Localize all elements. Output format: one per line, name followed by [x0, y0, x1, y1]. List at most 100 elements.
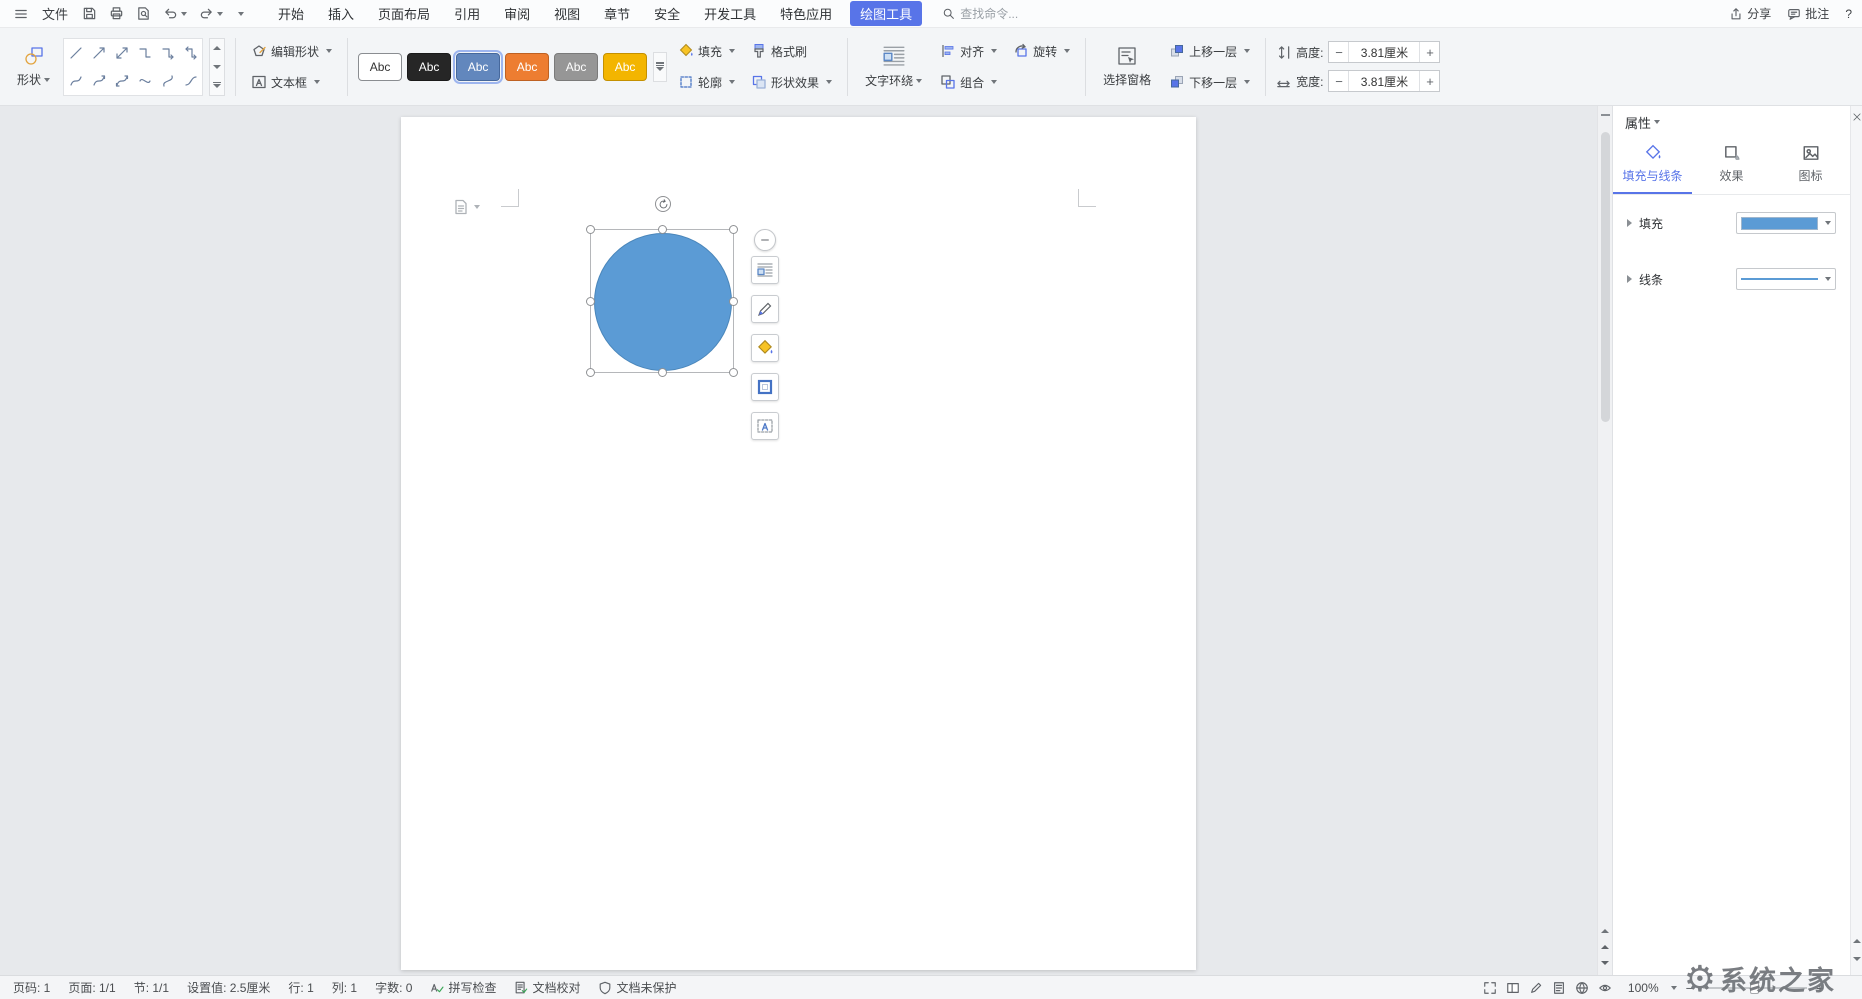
panel-scroll-down-icon[interactable]	[1853, 957, 1861, 961]
tab-insert[interactable]: 插入	[316, 0, 366, 27]
outline-color-button[interactable]	[751, 373, 779, 401]
shape-selection-box[interactable]	[590, 229, 734, 373]
fullscreen-icon[interactable]	[1483, 981, 1497, 995]
expand-fill-icon[interactable]	[1627, 219, 1632, 227]
fill-color-picker[interactable]	[1736, 212, 1836, 234]
gallery-scroll-down-icon[interactable]	[210, 57, 224, 76]
edit-shape-button[interactable]: 编辑形状	[246, 40, 337, 63]
properties-dropdown-icon[interactable]	[1654, 120, 1660, 124]
tab-home[interactable]: 开始	[266, 0, 316, 27]
style-preset-swatch[interactable]: Abc	[505, 53, 549, 81]
doc-proof-button[interactable]: 文档校对	[505, 979, 589, 996]
tab-page-layout[interactable]: 页面布局	[366, 0, 442, 27]
previous-page-icon[interactable]	[1601, 945, 1609, 949]
style-gallery-more[interactable]	[653, 52, 667, 82]
web-layout-icon[interactable]	[1575, 981, 1589, 995]
document-canvas[interactable]	[0, 106, 1597, 975]
text-box-button[interactable]: 文本框	[246, 71, 325, 94]
line-style-picker[interactable]	[1736, 268, 1836, 290]
style-preset-swatch[interactable]: Abc	[358, 53, 402, 81]
tab-developer[interactable]: 开发工具	[692, 0, 768, 27]
shape-gallery-item[interactable]	[65, 68, 86, 94]
expand-line-icon[interactable]	[1627, 275, 1632, 283]
collapse-toolbar-button[interactable]	[754, 229, 776, 251]
text-wrap-quick-button[interactable]	[751, 412, 779, 440]
tab-drawing-tools-active[interactable]: 绘图工具	[850, 1, 922, 26]
height-decrease-button[interactable]: −	[1329, 42, 1348, 62]
tab-special-apps[interactable]: 特色应用	[768, 0, 844, 27]
align-button[interactable]: 对齐	[935, 40, 1002, 63]
gallery-scroll-up-icon[interactable]	[210, 39, 224, 58]
command-search[interactable]: 查找命令...	[942, 5, 1018, 22]
scrollbar-thumb[interactable]	[1601, 132, 1610, 422]
resize-handle-bottom-right[interactable]	[729, 368, 738, 377]
gallery-more-icon[interactable]	[210, 76, 224, 95]
resize-handle-bottom-left[interactable]	[586, 368, 595, 377]
scroll-up-icon[interactable]	[1601, 929, 1609, 933]
height-increase-button[interactable]: +	[1420, 42, 1439, 62]
share-button[interactable]: 分享	[1729, 5, 1771, 22]
tab-review[interactable]: 审阅	[492, 0, 542, 27]
print-icon[interactable]	[105, 3, 128, 25]
ruler-toggle-button[interactable]	[1598, 106, 1613, 124]
tab-icon[interactable]: 图标	[1771, 138, 1850, 194]
shape-gallery-item[interactable]	[134, 40, 155, 66]
spell-check-button[interactable]: 拼写检查	[421, 979, 505, 996]
send-backward-button[interactable]: 下移一层	[1164, 71, 1255, 94]
group-button[interactable]: 组合	[935, 71, 1002, 94]
format-painter-button[interactable]: 格式刷	[746, 40, 812, 63]
print-layout-icon[interactable]	[1552, 981, 1566, 995]
close-panel-button[interactable]	[1852, 106, 1862, 122]
redo-button[interactable]	[195, 3, 227, 25]
resize-handle-top-right[interactable]	[729, 225, 738, 234]
main-menu-icon[interactable]	[10, 3, 32, 25]
tab-fill-and-line[interactable]: 填充与线条	[1613, 138, 1692, 194]
width-increase-button[interactable]: +	[1420, 71, 1439, 91]
multi-page-view-icon[interactable]	[1506, 981, 1520, 995]
shape-gallery-item[interactable]	[180, 40, 201, 66]
layout-options-button[interactable]	[751, 256, 779, 284]
tab-section[interactable]: 章节	[592, 0, 642, 27]
toolbar-more-icon[interactable]	[231, 3, 248, 25]
style-preset-swatch[interactable]: Abc	[603, 53, 647, 81]
shape-effects-button[interactable]: 形状效果	[746, 71, 837, 94]
status-word-count[interactable]: 字数: 0	[366, 979, 421, 996]
shape-gallery-item[interactable]	[180, 68, 201, 94]
print-preview-icon[interactable]	[132, 3, 155, 25]
fill-color-button[interactable]	[751, 334, 779, 362]
resize-handle-bottom-center[interactable]	[658, 368, 667, 377]
zoom-level[interactable]: 100%	[1628, 981, 1659, 995]
style-brush-button[interactable]	[751, 295, 779, 323]
file-menu[interactable]: 文件	[36, 3, 74, 25]
width-decrease-button[interactable]: −	[1329, 71, 1348, 91]
shape-gallery-item[interactable]	[134, 68, 155, 94]
style-preset-swatch-selected[interactable]: Abc	[456, 53, 500, 81]
bring-forward-button[interactable]: 上移一层	[1164, 40, 1255, 63]
ink-pen-icon[interactable]	[1529, 981, 1543, 995]
outline-button[interactable]: 轮廓	[673, 71, 740, 94]
tab-view[interactable]: 视图	[542, 0, 592, 27]
save-icon[interactable]	[78, 3, 101, 25]
shapes-button[interactable]: 形状	[10, 35, 57, 99]
shape-gallery-item[interactable]	[157, 40, 178, 66]
shape-gallery-item[interactable]	[157, 68, 178, 94]
tab-effects[interactable]: 效果	[1692, 138, 1771, 194]
rotate-button[interactable]: 旋转	[1008, 40, 1075, 63]
resize-handle-top-left[interactable]	[586, 225, 595, 234]
document-page[interactable]	[401, 117, 1196, 970]
style-preset-swatch[interactable]: Abc	[554, 53, 598, 81]
shape-gallery-item[interactable]	[88, 68, 109, 94]
resize-handle-top-center[interactable]	[658, 225, 667, 234]
tab-references[interactable]: 引用	[442, 0, 492, 27]
fill-button[interactable]: 填充	[673, 40, 740, 63]
doc-protection-button[interactable]: 文档未保护	[589, 979, 685, 996]
shape-gallery-item[interactable]	[111, 40, 132, 66]
next-page-icon[interactable]	[1601, 961, 1609, 965]
resize-handle-middle-left[interactable]	[586, 297, 595, 306]
height-value[interactable]: 3.81厘米	[1348, 42, 1420, 62]
shape-gallery-item[interactable]	[111, 68, 132, 94]
comment-button[interactable]: 批注	[1787, 5, 1829, 22]
shape-gallery-item[interactable]	[88, 40, 109, 66]
text-wrap-button[interactable]: 文字环绕	[858, 35, 929, 99]
panel-scroll-up-icon[interactable]	[1853, 939, 1861, 943]
